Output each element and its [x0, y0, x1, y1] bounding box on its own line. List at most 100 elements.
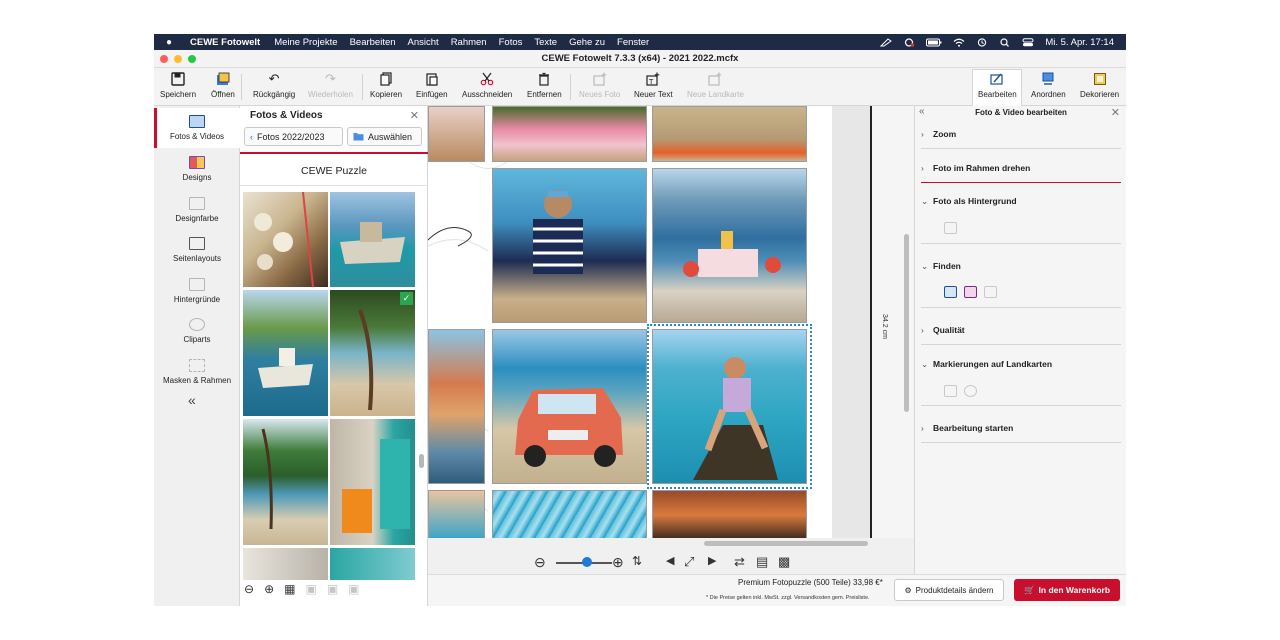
swap-pages-icon[interactable]: ⇄	[734, 554, 745, 570]
zoom-in-icon[interactable]: ⊕	[612, 554, 624, 571]
open-button[interactable]: Öffnen	[211, 72, 235, 99]
add-to-cart-button[interactable]: 🛒 In den Warenkorb	[1014, 579, 1120, 601]
selected-photo-frame[interactable]	[647, 324, 812, 489]
time-machine-icon[interactable]	[976, 37, 988, 47]
photo-thumbnail[interactable]	[330, 548, 415, 580]
page-overview-icon[interactable]: ▩	[778, 554, 790, 570]
filter-icon[interactable]: ▣	[305, 582, 316, 596]
select-label: Auswählen	[368, 131, 413, 142]
section-map-markers[interactable]: ⌄ Markierungen auf Landkarten	[921, 359, 1121, 370]
section-rotate[interactable]: › Foto im Rahmen drehen	[921, 163, 1121, 173]
info-icon[interactable]: ▣	[348, 582, 359, 596]
product-details-button[interactable]: ⚙ Produktdetails ändern	[894, 579, 1004, 601]
canvas-photo[interactable]	[428, 329, 485, 484]
search-icon[interactable]	[999, 37, 1011, 47]
section-quality[interactable]: › Qualität	[921, 325, 1121, 335]
wifi-icon[interactable]	[953, 38, 965, 47]
menu-fenster[interactable]: Fenster	[617, 37, 649, 48]
pen-icon[interactable]	[880, 37, 893, 47]
section-start-editing[interactable]: › Bearbeitung starten	[921, 423, 1121, 433]
zoom-slider-handle[interactable]	[582, 557, 592, 567]
close-icon[interactable]: ✕	[410, 109, 419, 122]
menu-meine-projekte[interactable]: Meine Projekte	[274, 37, 337, 48]
menu-bearbeiten[interactable]: Bearbeiten	[350, 37, 396, 48]
creative-cloud-icon[interactable]	[903, 37, 915, 47]
menu-texte[interactable]: Texte	[534, 37, 557, 48]
photo-thumbnail[interactable]	[243, 192, 328, 287]
canvas-photo[interactable]	[492, 168, 647, 323]
photo-thumbnail[interactable]	[243, 548, 328, 580]
set-as-background-icon[interactable]	[944, 222, 957, 234]
tab-dekorieren[interactable]: Dekorieren	[1080, 72, 1119, 99]
nav-designs[interactable]: Designs	[154, 149, 240, 189]
sort-icon[interactable]: ▣	[327, 582, 338, 596]
apple-icon[interactable]: ●	[166, 37, 178, 48]
previous-page-icon[interactable]: ◀	[666, 554, 674, 567]
find-similar-icon[interactable]	[984, 286, 997, 298]
canvas-photo[interactable]	[652, 106, 807, 162]
undo-button[interactable]: ↶ Rückgängig	[253, 71, 295, 99]
canvas-photo[interactable]	[652, 168, 807, 323]
section-find[interactable]: ⌄ Finden	[921, 261, 1121, 272]
nav-masken-rahmen[interactable]: Masken & Rahmen	[154, 352, 240, 392]
next-page-icon[interactable]: ▶	[708, 554, 716, 567]
canvas-photo[interactable]	[492, 106, 647, 162]
collapse-sidebar-icon[interactable]: «	[188, 392, 196, 408]
canvas-photo[interactable]	[492, 329, 647, 484]
grid-view-icon[interactable]: ▦	[284, 582, 295, 596]
section-zoom[interactable]: › Zoom	[921, 129, 1121, 139]
nav-seitenlayouts[interactable]: Seitenlayouts	[154, 230, 240, 270]
new-photo-button[interactable]: Neues Foto	[579, 72, 620, 99]
paste-button[interactable]: Einfügen	[416, 72, 448, 99]
new-text-button[interactable]: T Neuer Text	[634, 72, 673, 99]
nav-cliparts[interactable]: Cliparts	[154, 311, 240, 351]
canvas-photo[interactable]	[652, 490, 807, 538]
select-button[interactable]: Auswählen	[347, 127, 422, 146]
battery-icon[interactable]	[926, 38, 942, 47]
cut-button[interactable]: Ausschneiden	[462, 72, 512, 99]
tab-anordnen[interactable]: Anordnen	[1031, 72, 1066, 99]
control-center-icon[interactable]	[1022, 37, 1034, 47]
ruler-icon[interactable]: ▤	[756, 554, 768, 570]
close-icon[interactable]: ✕	[1111, 106, 1120, 119]
remove-button[interactable]: Entfernen	[527, 72, 562, 99]
media-scrollbar[interactable]	[418, 192, 426, 576]
zoom-out-icon[interactable]: ⊖	[534, 554, 546, 571]
nav-fotos-videos[interactable]: Fotos & Videos	[154, 108, 240, 148]
canvas-vertical-scrollbar[interactable]	[904, 234, 909, 412]
fullscreen-icon[interactable]: ⤢	[684, 554, 694, 570]
find-photo-icon[interactable]	[944, 286, 957, 298]
canvas-horizontal-scrollbar[interactable]	[428, 538, 914, 550]
canvas-photo[interactable]	[492, 490, 647, 538]
zoom-out-icon[interactable]: ⊖	[244, 582, 254, 596]
nav-seitenlayouts-label: Seitenlayouts	[172, 254, 222, 263]
folder-back-button[interactable]: ‹ Fotos 2022/2023	[244, 127, 343, 146]
editing-canvas[interactable]: 34.2 cm	[428, 106, 914, 538]
photo-thumbnail[interactable]	[330, 192, 415, 287]
menu-gehe-zu[interactable]: Gehe zu	[569, 37, 605, 48]
zoom-in-icon[interactable]: ⊕	[264, 582, 274, 596]
canvas-photo[interactable]	[428, 106, 485, 162]
copy-button[interactable]: Kopieren	[370, 72, 402, 99]
photo-thumbnail[interactable]	[243, 290, 328, 416]
menu-app-name[interactable]: CEWE Fotowelt	[190, 37, 260, 48]
nav-designfarbe[interactable]: Designfarbe	[154, 190, 240, 230]
photo-thumbnail[interactable]: ✓	[330, 290, 415, 416]
canvas-photo[interactable]	[428, 490, 485, 538]
nav-hintergruende[interactable]: Hintergründe	[154, 271, 240, 311]
menu-datetime[interactable]: Mi. 5. Apr. 17:14	[1045, 37, 1114, 48]
fit-page-icon[interactable]: ⇅	[632, 554, 642, 568]
new-map-button[interactable]: Neue Landkarte	[687, 72, 744, 99]
redo-button[interactable]: ↷ Wiederholen	[308, 71, 353, 99]
location-icon[interactable]	[964, 385, 977, 397]
menu-fotos[interactable]: Fotos	[499, 37, 523, 48]
photo-thumbnail[interactable]	[243, 419, 328, 545]
section-background[interactable]: ⌄ Foto als Hintergrund	[921, 196, 1121, 207]
find-faces-icon[interactable]	[964, 286, 977, 298]
tab-bearbeiten[interactable]: Bearbeiten	[978, 72, 1017, 99]
menu-ansicht[interactable]: Ansicht	[408, 37, 439, 48]
menu-rahmen[interactable]: Rahmen	[451, 37, 487, 48]
save-button[interactable]: Speichern	[160, 72, 196, 99]
map-marker-icon[interactable]	[944, 385, 957, 397]
photo-thumbnail[interactable]	[330, 419, 415, 545]
